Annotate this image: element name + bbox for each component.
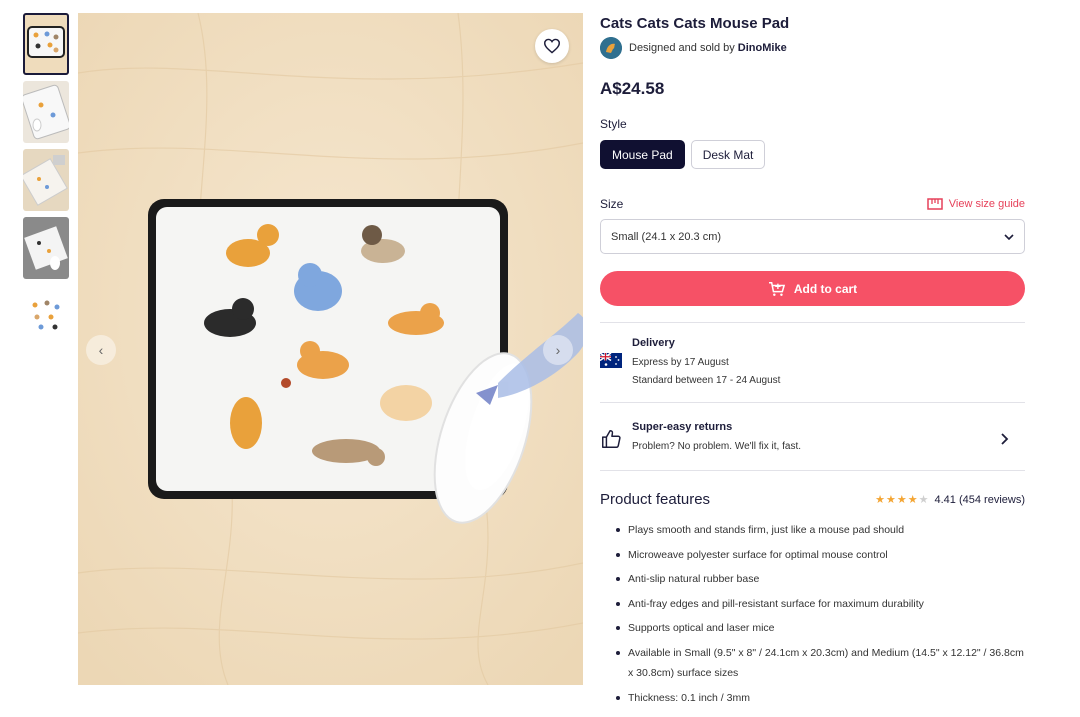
- chevron-right-icon: [1001, 432, 1009, 445]
- product-photo: [78, 13, 583, 685]
- returns-subtitle: Problem? No problem. We'll fix it, fast.: [632, 441, 802, 452]
- list-item: Thickness: 0.1 inch / 3mm: [616, 688, 1025, 708]
- returns-title: Super-easy returns: [632, 421, 733, 433]
- features-title: Product features: [600, 491, 711, 508]
- heart-icon: [543, 38, 561, 54]
- size-select[interactable]: Small (24.1 x 20.3 cm): [600, 219, 1025, 254]
- delivery-standard: Standard between 17 - 24 August: [632, 375, 781, 386]
- list-item: Anti-fray edges and pill-resistant surfa…: [616, 594, 1025, 614]
- features-list: Plays smooth and stands firm, just like …: [600, 520, 1025, 708]
- ruler-icon: [927, 198, 943, 210]
- thumbnail-2[interactable]: [23, 81, 69, 143]
- thumbnail-5[interactable]: [23, 285, 69, 347]
- seller-prefix: Designed and sold by: [629, 42, 735, 54]
- product-image: ‹ ›: [78, 13, 583, 685]
- thumbnail-1[interactable]: [23, 13, 69, 75]
- product-price: A$24.58: [600, 79, 665, 98]
- previous-image-button[interactable]: ‹: [86, 335, 116, 365]
- features-header: Product features ★★★★★ 4.41 (454 reviews…: [600, 491, 1025, 508]
- favorite-button[interactable]: [535, 29, 569, 63]
- rating-stars: ★★★★★: [875, 494, 930, 506]
- chevron-down-icon: [1004, 233, 1014, 240]
- returns-info[interactable]: Super-easy returns Problem? No problem. …: [600, 402, 1025, 471]
- seller-link[interactable]: DinoMike: [738, 42, 787, 54]
- delivery-info: Delivery Express by 17 August Standard b…: [600, 322, 1025, 402]
- add-to-cart-label: Add to cart: [793, 281, 858, 296]
- add-to-cart-button[interactable]: Add to cart: [600, 271, 1025, 306]
- size-guide-link[interactable]: View size guide: [927, 198, 1025, 210]
- list-item: Anti-slip natural rubber base: [616, 569, 1025, 589]
- seller-info: Designed and sold by DinoMike: [600, 37, 1025, 59]
- cart-icon: [768, 281, 785, 296]
- size-label: Size: [600, 197, 624, 211]
- chevron-right-icon: ›: [555, 342, 561, 358]
- list-item: Supports optical and laser mice: [616, 618, 1025, 638]
- size-select-value: Small (24.1 x 20.3 cm): [611, 230, 722, 243]
- delivery-title: Delivery: [632, 337, 675, 349]
- rating-text: 4.41 (454 reviews): [934, 493, 1026, 506]
- style-option-mouse-pad[interactable]: Mouse Pad: [600, 140, 685, 169]
- list-item: Microweave polyester surface for optimal…: [616, 545, 1025, 565]
- product-title: Cats Cats Cats Mouse Pad: [600, 15, 790, 32]
- delivery-express: Express by 17 August: [632, 357, 729, 368]
- thumbnail-3[interactable]: [23, 149, 69, 211]
- chevron-left-icon: ‹: [98, 342, 104, 358]
- size-guide-label: View size guide: [948, 198, 1025, 210]
- thumbs-up-icon: [602, 429, 621, 448]
- product-details: Cats Cats Cats Mouse Pad Designed and so…: [600, 13, 1025, 712]
- style-label: Style: [600, 117, 627, 131]
- thumbnail-list: [23, 13, 69, 353]
- size-header: Size View size guide: [600, 197, 1025, 211]
- seller-avatar[interactable]: [600, 37, 622, 59]
- flag-au-icon: [600, 353, 622, 368]
- style-option-desk-mat[interactable]: Desk Mat: [690, 140, 766, 169]
- next-image-button[interactable]: ›: [543, 335, 573, 365]
- thumbnail-4[interactable]: [23, 217, 69, 279]
- list-item: Plays smooth and stands firm, just like …: [616, 520, 1025, 540]
- rating-summary[interactable]: ★★★★★ 4.41 (454 reviews): [875, 493, 1026, 507]
- style-options: Mouse Pad Desk Mat: [600, 140, 1025, 169]
- list-item: Available in Small (9.5" x 8" / 24.1cm x…: [616, 643, 1025, 683]
